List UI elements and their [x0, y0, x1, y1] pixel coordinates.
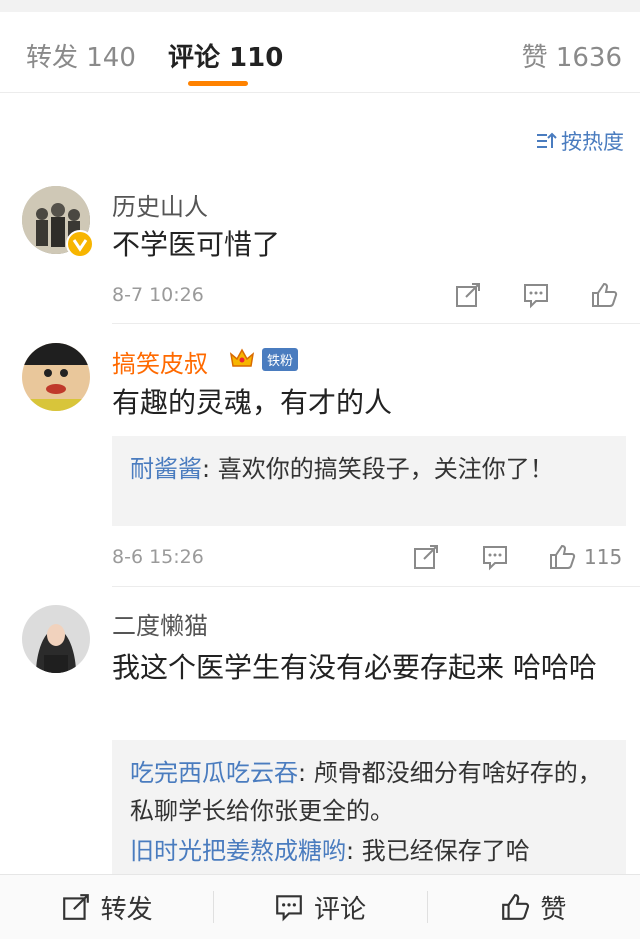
comment-text: 不学医可惜了 [112, 228, 281, 261]
comment-author[interactable]: 历史山人 [112, 187, 208, 222]
reply-author[interactable]: 旧时光把姜熬成糖哟 [130, 837, 346, 865]
top-strip [0, 0, 640, 12]
reply-item: 吃完西瓜吃云吞: 颅骨都没细分有啥好存的，私聊学长给你张更全的。 [130, 754, 608, 830]
repost-label: 转发 [100, 894, 153, 925]
like-count: 115 [584, 545, 623, 569]
sort-icon [537, 132, 557, 148]
tab-comments[interactable]: 评论 110 [168, 37, 283, 74]
reply-preview[interactable]: 吃完西瓜吃云吞: 颅骨都没细分有啥好存的，私聊学长给你张更全的。 旧时光把姜熬成… [112, 740, 626, 874]
comment-label: 评论 [313, 894, 366, 925]
comment-icon [524, 284, 548, 309]
divider [112, 586, 640, 587]
like-label: 赞 [540, 894, 567, 925]
repost-comment-button[interactable] [412, 543, 440, 571]
bottom-action-bar: 转发 评论 赞 [0, 874, 640, 939]
comment-text: 我这个医学生有没有必要存起来 哈哈哈 [112, 651, 597, 684]
like-button[interactable]: 赞 [426, 875, 640, 939]
comment-author[interactable]: 搞笑皮叔 [112, 344, 208, 379]
verified-badge-icon [66, 230, 94, 258]
reply-comment-button[interactable] [481, 543, 509, 571]
crown-icon [229, 348, 255, 367]
comment-time: 8-6 15:26 [112, 546, 204, 568]
repost-comment-button[interactable] [454, 281, 482, 309]
avatar[interactable] [22, 605, 90, 673]
tab-likes[interactable]: 赞 1636 [522, 37, 622, 74]
sort-label: 按热度 [561, 130, 624, 154]
thumbs-up-icon [502, 894, 530, 920]
avatar[interactable] [22, 343, 90, 411]
reply-item: 旧时光把姜熬成糖哟: 我已经保存了哈 [130, 832, 608, 870]
like-comment-button[interactable]: 115 [548, 543, 622, 571]
repost-button[interactable]: 转发 [0, 875, 213, 939]
active-tab-indicator [188, 81, 248, 86]
share-icon [414, 545, 438, 569]
comment-text: 有趣的灵魂，有才的人 [112, 386, 393, 419]
reply-comment-button[interactable] [522, 281, 550, 309]
divider [112, 323, 640, 324]
comment-button[interactable]: 评论 [213, 875, 426, 939]
comment-icon [483, 546, 507, 571]
reply-preview[interactable]: 耐酱酱: 喜欢你的搞笑段子，关注你了！ [112, 436, 626, 526]
reply-text: : 我已经保存了哈 [346, 837, 530, 865]
share-icon [456, 283, 480, 307]
thumbs-up-icon [592, 282, 618, 307]
reply-text: : 喜欢你的搞笑段子，关注你了！ [202, 455, 554, 483]
comment-time: 8-7 10:26 [112, 284, 204, 306]
thumbs-up-icon [550, 544, 576, 569]
tab-repost[interactable]: 转发 140 [26, 37, 136, 74]
reply-author[interactable]: 吃完西瓜吃云吞 [130, 759, 298, 787]
tab-bar: 转发 140 评论 110 赞 1636 [0, 12, 640, 93]
avatar-image [22, 605, 90, 673]
comment-author[interactable]: 二度懒猫 [112, 606, 208, 641]
share-icon [62, 894, 89, 920]
comment-icon [276, 895, 302, 922]
sort-by-hot-button[interactable]: 按热度 [535, 126, 624, 156]
like-comment-button[interactable] [590, 281, 618, 309]
avatar-image [22, 343, 90, 411]
fan-badge: 铁粉 [262, 348, 299, 371]
reply-author[interactable]: 耐酱酱 [130, 455, 202, 483]
